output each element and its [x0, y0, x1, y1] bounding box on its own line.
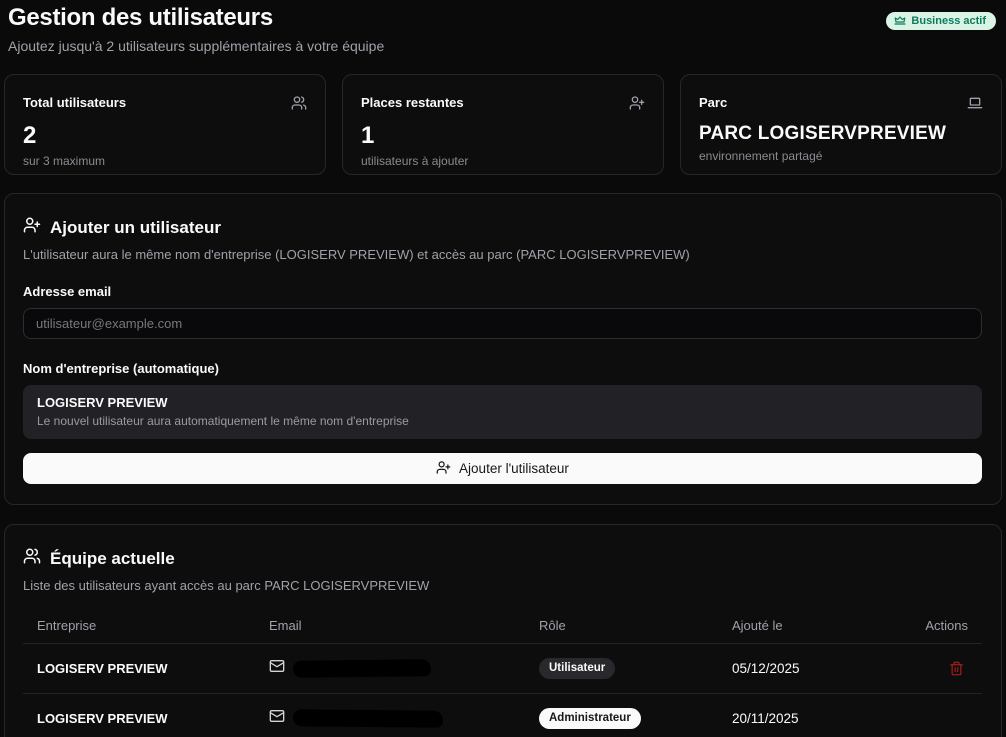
current-team-section: Équipe actuelle Liste des utilisateurs a…	[4, 524, 1002, 737]
add-user-button-label: Ajouter l'utilisateur	[459, 461, 569, 476]
page-header: Gestion des utilisateurs Ajoutez jusqu'à…	[4, 2, 1002, 54]
column-header-email: Email	[269, 618, 539, 633]
company-auto-box: LOGISERV PREVIEW Le nouvel utilisateur a…	[23, 385, 982, 439]
plan-status-badge: Business actif	[886, 12, 996, 30]
trash-icon	[949, 661, 964, 676]
mail-icon	[269, 658, 285, 679]
stat-card-total-users: Total utilisateurs 2 sur 3 maximum	[4, 74, 326, 175]
delete-user-button[interactable]	[945, 657, 968, 680]
company-label: Nom d'entreprise (automatique)	[23, 361, 982, 376]
table-row: LOGISERV PREVIEW Administrateur 20/11/20…	[23, 693, 982, 737]
role-badge: Administrateur	[539, 708, 641, 730]
company-cell: LOGISERV PREVIEW	[37, 711, 269, 726]
company-hint: Le nouvel utilisateur aura automatiqueme…	[37, 414, 968, 428]
role-cell: Administrateur	[539, 708, 732, 730]
added-date-cell: 05/12/2025	[732, 661, 945, 676]
stat-card-seats-left: Places restantes 1 utilisateurs à ajoute…	[342, 74, 664, 175]
actions-cell	[945, 657, 968, 681]
redacted-email	[293, 659, 431, 678]
user-management-page: Gestion des utilisateurs Ajoutez jusqu'à…	[0, 0, 1006, 737]
stat-value: PARC LOGISERVPREVIEW	[699, 124, 983, 143]
mail-icon	[269, 708, 285, 729]
redacted-email	[293, 709, 443, 727]
stat-label: Places restantes	[361, 95, 464, 110]
user-plus-icon	[23, 216, 41, 239]
email-cell	[269, 658, 539, 679]
team-table: Entreprise Email Rôle Ajouté le Actions …	[23, 611, 982, 737]
user-plus-icon	[629, 95, 645, 116]
stat-label: Total utilisateurs	[23, 95, 126, 110]
crown-icon	[894, 15, 906, 27]
add-user-button[interactable]: Ajouter l'utilisateur	[23, 453, 982, 484]
role-badge: Utilisateur	[539, 658, 615, 680]
users-icon	[291, 95, 307, 116]
stat-value: 1	[361, 124, 645, 148]
title-block: Gestion des utilisateurs Ajoutez jusqu'à…	[8, 4, 384, 54]
column-header-entreprise: Entreprise	[37, 618, 269, 633]
add-user-section: Ajouter un utilisateur L'utilisateur aur…	[4, 193, 1002, 505]
stat-caption: utilisateurs à ajouter	[361, 154, 645, 168]
stat-caption: environnement partagé	[699, 149, 983, 163]
company-value: LOGISERV PREVIEW	[37, 395, 968, 410]
stat-label: Parc	[699, 95, 727, 110]
company-cell: LOGISERV PREVIEW	[37, 661, 269, 676]
stats-row: Total utilisateurs 2 sur 3 maximum Place…	[4, 74, 1002, 175]
page-title: Gestion des utilisateurs	[8, 4, 384, 32]
email-cell	[269, 708, 539, 729]
user-plus-icon	[436, 460, 451, 478]
added-date-cell: 20/11/2025	[732, 711, 968, 726]
column-header-actions: Actions	[925, 618, 968, 633]
email-field[interactable]	[23, 308, 982, 339]
table-row: LOGISERV PREVIEW Utilisateur 05/12/2025	[23, 643, 982, 693]
column-header-added: Ajouté le	[732, 618, 925, 633]
team-description: Liste des utilisateurs ayant accès au pa…	[23, 578, 982, 593]
role-cell: Utilisateur	[539, 658, 732, 680]
add-user-description: L'utilisateur aura le même nom d'entrepr…	[23, 247, 982, 262]
laptop-icon	[967, 95, 983, 116]
email-label: Adresse email	[23, 284, 982, 299]
page-subtitle: Ajoutez jusqu'à 2 utilisateurs supplémen…	[8, 38, 384, 54]
stat-card-parc: Parc PARC LOGISERVPREVIEW environnement …	[680, 74, 1002, 175]
column-header-role: Rôle	[539, 618, 732, 633]
table-header-row: Entreprise Email Rôle Ajouté le Actions	[23, 611, 982, 643]
add-user-title: Ajouter un utilisateur	[50, 218, 221, 238]
plan-badge-label: Business actif	[911, 15, 986, 27]
stat-caption: sur 3 maximum	[23, 154, 307, 168]
team-title: Équipe actuelle	[50, 549, 175, 569]
users-icon	[23, 547, 41, 570]
stat-value: 2	[23, 124, 307, 148]
